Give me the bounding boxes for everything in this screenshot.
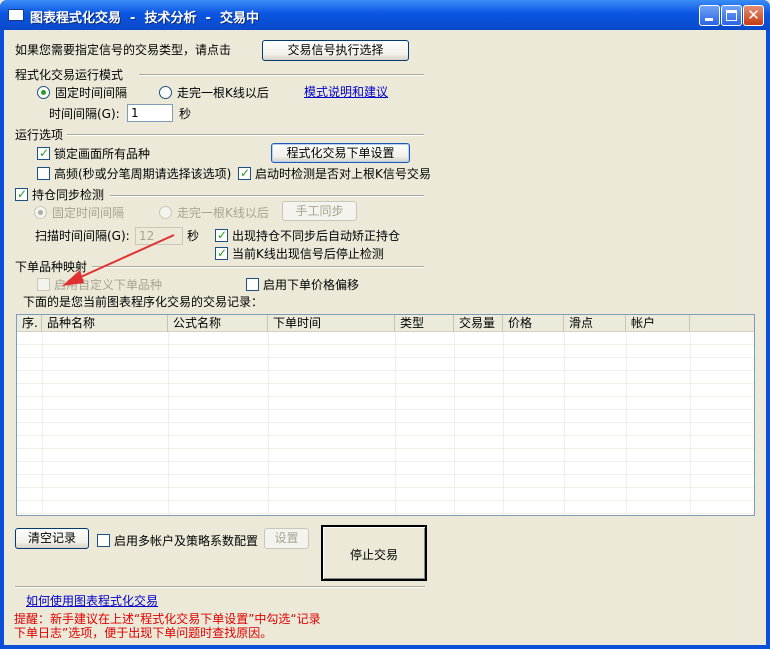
maximize-button[interactable] bbox=[721, 5, 742, 26]
table-row bbox=[17, 475, 754, 488]
dialog-body: 如果您需要指定信号的交易类型，请点击 交易信号执行选择 程式化交易运行模式 固定… bbox=[4, 30, 766, 645]
column-header[interactable]: 交易量 bbox=[454, 315, 503, 332]
table-row bbox=[17, 410, 754, 423]
multi-account-checkbox[interactable] bbox=[97, 534, 110, 547]
bottom-divider bbox=[15, 586, 425, 588]
column-header[interactable]: 帐户 bbox=[626, 315, 690, 332]
column-header[interactable]: 序. bbox=[17, 315, 42, 332]
table-row bbox=[17, 462, 754, 475]
stop-trading-button[interactable]: 停止交易 bbox=[321, 525, 427, 581]
howto-link[interactable]: 如何使用图表程式化交易 bbox=[26, 594, 158, 608]
column-header[interactable]: 滑点 bbox=[564, 315, 626, 332]
window-title: 图表程式化交易 - 技术分析 - 交易中 bbox=[30, 11, 259, 26]
minimize-icon bbox=[705, 18, 713, 21]
column-header[interactable]: 下单时间 bbox=[268, 315, 395, 332]
hint-line-1: 提醒：新手建议在上述“程式化交易下单设置”中勾选“记录 bbox=[14, 612, 321, 626]
app-window: 图表程式化交易 - 技术分析 - 交易中 ✕ 如果您需要指定信号的交易类型，请点… bbox=[0, 0, 770, 649]
hint-line-2: 下单日志”选项，便于出现下单问题时查找原因。 bbox=[14, 626, 273, 640]
app-window-icon bbox=[8, 9, 24, 21]
column-header[interactable]: 公式名称 bbox=[168, 315, 268, 332]
records-caption: 下面的是您当前图表程序化交易的交易记录： bbox=[23, 295, 264, 309]
records-table[interactable]: 序. 品种名称 公式名称 下单时间 类型 交易量 价格 滑点 帐户 bbox=[16, 314, 755, 516]
column-header[interactable]: 类型 bbox=[395, 315, 454, 332]
table-row bbox=[17, 358, 754, 371]
table-row bbox=[17, 384, 754, 397]
table-row bbox=[17, 397, 754, 410]
clear-records-button[interactable]: 清空记录 bbox=[15, 528, 89, 549]
close-button[interactable]: ✕ bbox=[743, 5, 764, 26]
hint-text: 提醒：新手建议在上述“程式化交易下单设置”中勾选“记录 下单日志”选项，便于出现… bbox=[14, 612, 374, 640]
table-row bbox=[17, 488, 754, 501]
column-header[interactable]: 价格 bbox=[503, 315, 564, 332]
close-icon: ✕ bbox=[747, 6, 760, 24]
column-header[interactable]: 品种名称 bbox=[42, 315, 168, 332]
table-row bbox=[17, 332, 754, 345]
records-table-header: 序. 品种名称 公式名称 下单时间 类型 交易量 价格 滑点 帐户 bbox=[17, 315, 754, 332]
table-row bbox=[17, 449, 754, 462]
maximize-icon bbox=[726, 10, 737, 21]
table-row bbox=[17, 436, 754, 449]
red-arrow-annotation bbox=[62, 234, 175, 286]
multi-account-settings-button[interactable]: 设置 bbox=[264, 528, 309, 549]
table-row bbox=[17, 371, 754, 384]
table-row bbox=[17, 423, 754, 436]
table-row bbox=[17, 501, 754, 514]
table-row bbox=[17, 345, 754, 358]
multi-account-label: 启用多帐户及策略系数配置 bbox=[114, 534, 259, 548]
title-bar[interactable]: 图表程式化交易 - 技术分析 - 交易中 ✕ bbox=[0, 0, 770, 30]
minimize-button[interactable] bbox=[699, 5, 720, 26]
